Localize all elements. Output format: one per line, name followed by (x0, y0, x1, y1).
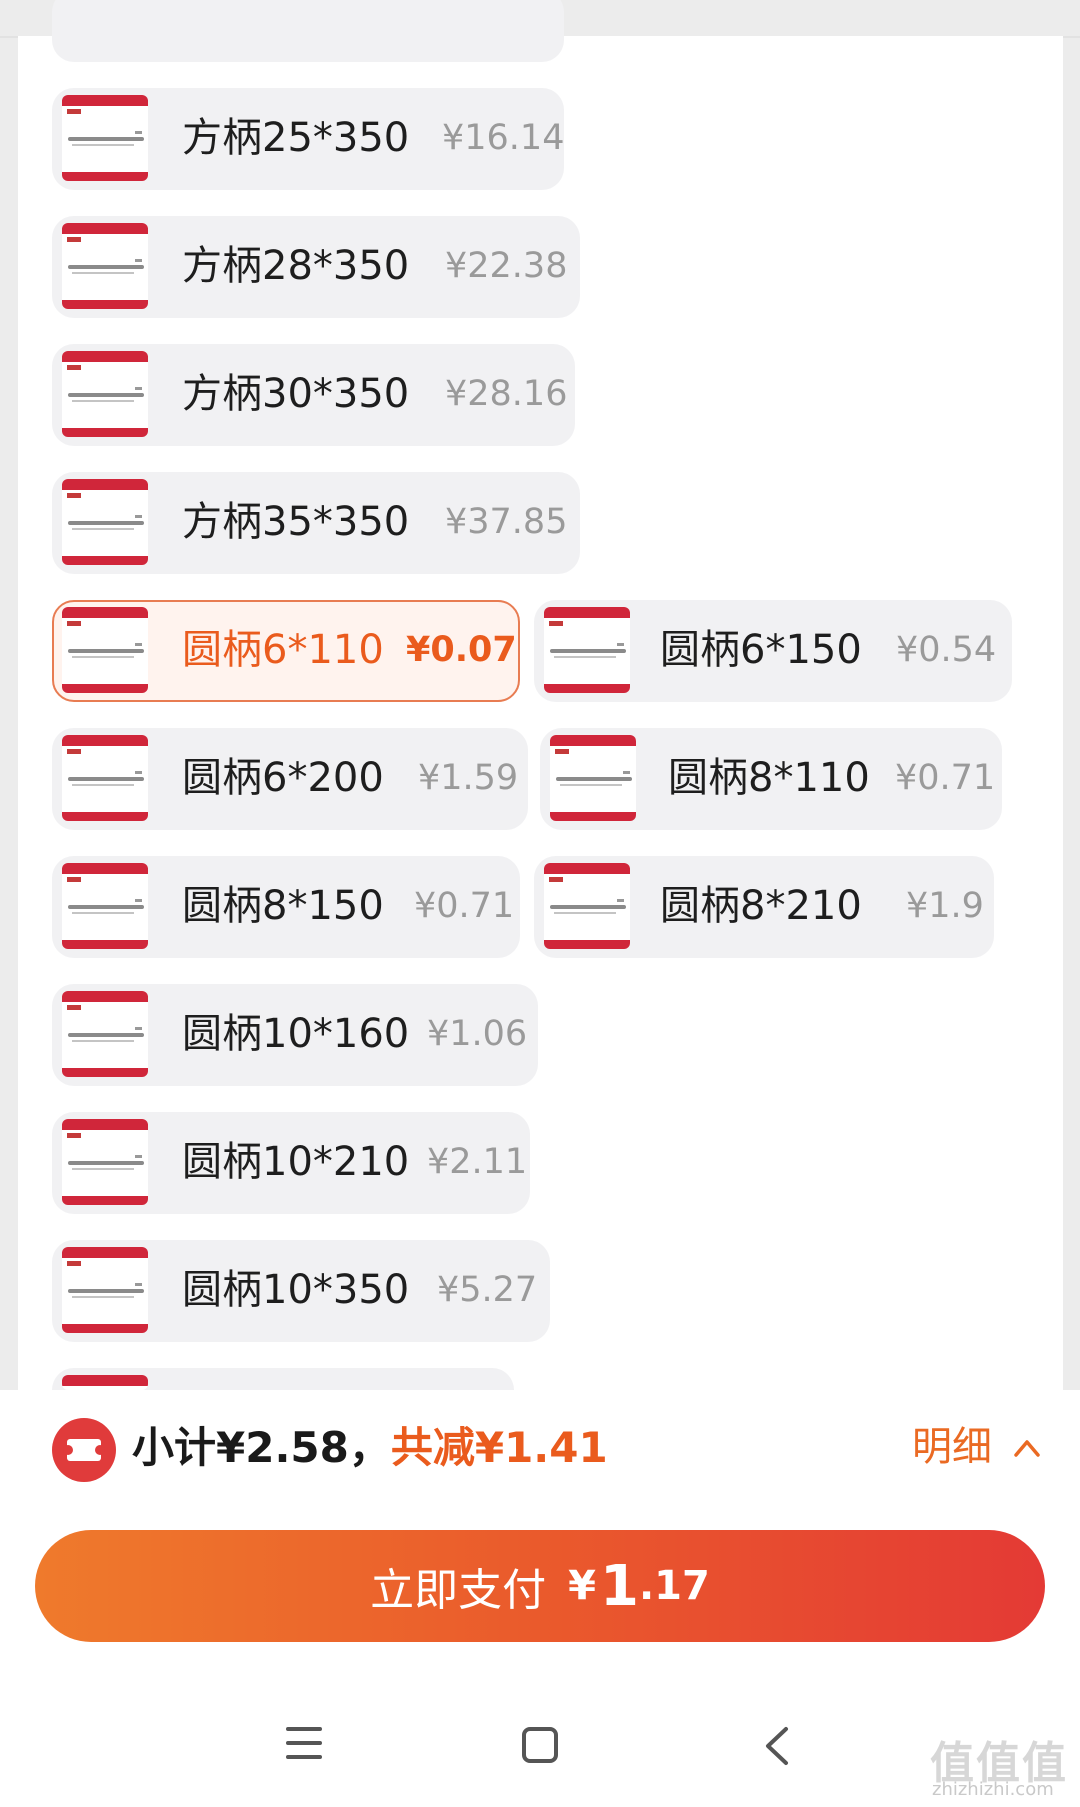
sku-price: ¥0.54 (896, 630, 997, 670)
sku-price: ¥22.38 (445, 246, 568, 286)
pay-now-button[interactable]: 立即支付 ¥ 1 .17 (35, 1530, 1045, 1642)
sku-option[interactable]: 方柄28*350 ¥22.38 (52, 216, 580, 318)
chevron-up-icon[interactable] (1012, 1433, 1042, 1463)
sku-name: 圆柄10*210 (182, 1139, 410, 1185)
sku-option-partial-bottom[interactable] (52, 1368, 514, 1390)
sku-name: 方柄28*350 (182, 243, 410, 289)
drill-bit-thumbnail (62, 735, 148, 821)
sku-option[interactable]: 圆柄10*350 ¥5.27 (52, 1240, 550, 1342)
sku-name: 圆柄6*200 (182, 755, 384, 801)
sku-name: 圆柄10*160 (182, 1011, 410, 1057)
sku-name: 圆柄8*110 (668, 755, 870, 801)
sku-option[interactable]: 方柄35*350 ¥37.85 (52, 472, 580, 574)
sku-price: ¥28.16 (445, 374, 568, 414)
drill-bit-thumbnail (62, 863, 148, 949)
sku-price: ¥1.06 (427, 1014, 528, 1054)
recent-apps-icon[interactable] (286, 1727, 322, 1759)
subtotal-text: 小计¥2.58， (132, 1423, 391, 1472)
drill-bit-thumbnail (544, 607, 630, 693)
sku-name: 圆柄10*350 (182, 1267, 410, 1313)
sku-name: 圆柄8*150 (182, 883, 384, 929)
sku-price: ¥2.11 (427, 1142, 528, 1182)
sku-option[interactable]: 圆柄10*210 ¥2.11 (52, 1112, 530, 1214)
sku-option[interactable]: 圆柄8*150 ¥0.71 (52, 856, 520, 958)
watermark-url: zhizhizhi.com (932, 1779, 1054, 1800)
drill-bit-thumbnail (62, 607, 148, 693)
sku-price: ¥5.27 (437, 1270, 538, 1310)
sku-option-partial-top[interactable] (52, 0, 564, 62)
watermark-logo: 值值值 (930, 1738, 1068, 1789)
sku-option[interactable]: 圆柄8*110 ¥0.71 (540, 728, 1002, 830)
sku-name: 方柄35*350 (182, 499, 410, 545)
drill-bit-thumbnail (62, 1247, 148, 1333)
pay-currency: ¥ (568, 1563, 596, 1609)
sku-price: ¥16.14 (442, 118, 565, 158)
drill-bit-thumbnail (62, 1375, 148, 1390)
detail-button[interactable]: 明细 (912, 1418, 992, 1476)
sku-price: ¥0.71 (414, 886, 515, 926)
drill-bit-thumbnail (550, 735, 636, 821)
coupon-icon (52, 1418, 116, 1482)
sku-price: ¥1.59 (418, 758, 519, 798)
sku-name: 圆柄6*150 (660, 627, 862, 673)
pay-amount-decimal: .17 (638, 1563, 710, 1609)
back-icon[interactable] (762, 1725, 792, 1767)
sku-price: ¥37.85 (445, 502, 568, 542)
drill-bit-thumbnail (62, 991, 148, 1077)
order-page: 方柄25*350 ¥16.14 方柄28*350 ¥22.38 方柄30*350… (0, 0, 1080, 1807)
sku-name: 圆柄6*110 (182, 627, 384, 673)
drill-bit-thumbnail (544, 863, 630, 949)
sku-option[interactable]: 圆柄10*160 ¥1.06 (52, 984, 538, 1086)
drill-bit-thumbnail (62, 351, 148, 437)
sku-option[interactable]: 圆柄8*210 ¥1.9 (534, 856, 994, 958)
drill-bit-thumbnail (62, 1119, 148, 1205)
sku-option[interactable]: 圆柄6*150 ¥0.54 (534, 600, 1012, 702)
sku-name: 方柄25*350 (182, 115, 410, 161)
sku-name: 方柄30*350 (182, 371, 410, 417)
drill-bit-thumbnail (62, 223, 148, 309)
sku-option[interactable]: 方柄30*350 ¥28.16 (52, 344, 575, 446)
sku-price: ¥1.9 (906, 886, 984, 926)
home-icon[interactable] (522, 1727, 558, 1763)
sku-option[interactable]: 方柄25*350 ¥16.14 (52, 88, 564, 190)
discount-text: 共减¥1.41 (390, 1423, 608, 1472)
price-summary: 小计¥2.58，共减¥1.41 (132, 1418, 608, 1478)
pay-now-label: 立即支付 (370, 1565, 547, 1616)
pay-amount-integer: 1 (600, 1553, 639, 1619)
sku-price: ¥0.71 (895, 758, 996, 798)
drill-bit-thumbnail (62, 479, 148, 565)
sku-option-selected[interactable]: 圆柄6*110 ¥0.07 (52, 600, 520, 702)
sku-price: ¥0.07 (406, 630, 517, 670)
drill-bit-thumbnail (62, 95, 148, 181)
sku-name: 圆柄8*210 (660, 883, 862, 929)
sku-option[interactable]: 圆柄6*200 ¥1.59 (52, 728, 528, 830)
